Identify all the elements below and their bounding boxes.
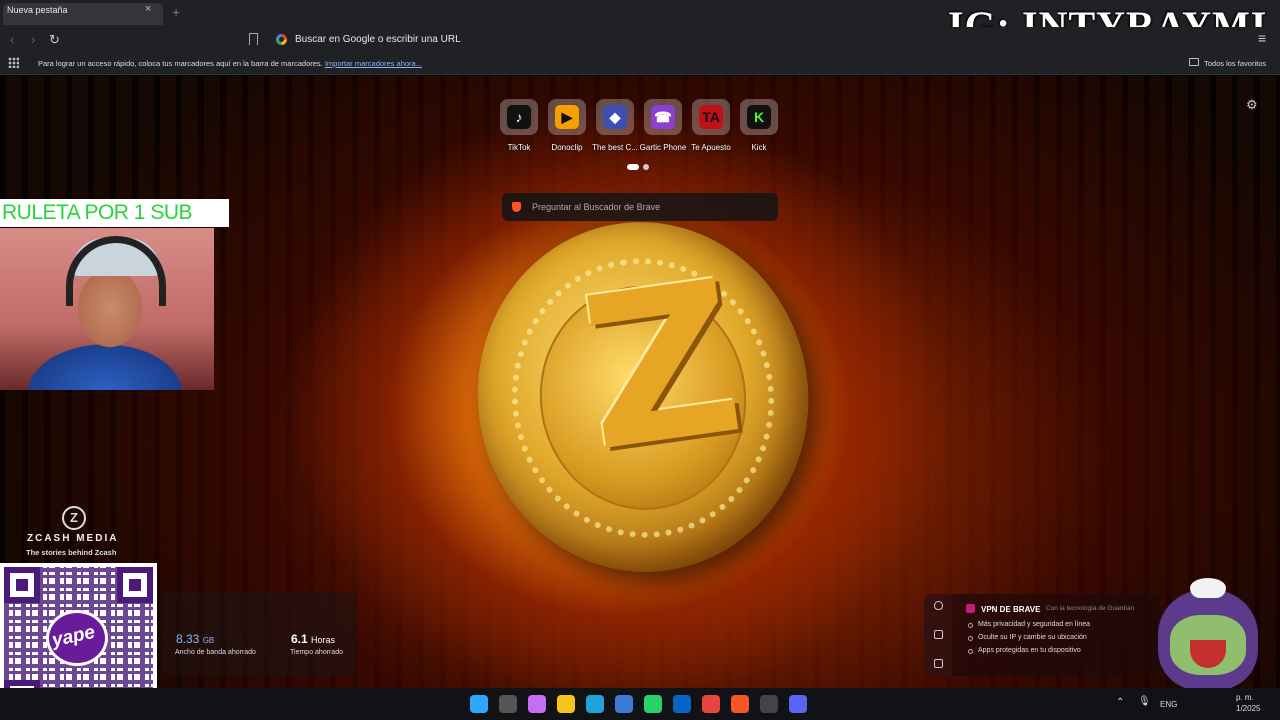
store-icon[interactable] xyxy=(615,695,633,713)
bookmarks-prompt: Para lograr un acceso rápido, coloca tus… xyxy=(38,59,422,68)
bullet-icon xyxy=(968,623,973,628)
start-icon[interactable] xyxy=(470,695,488,713)
vpn-title: VPN DE BRAVE xyxy=(981,605,1041,614)
zcash-media-title: ZCASH MEDIA xyxy=(27,533,119,544)
teapuesto-icon: TA xyxy=(699,105,723,129)
obs-icon[interactable] xyxy=(760,695,778,713)
dice-icon: ◆ xyxy=(603,105,627,129)
new-tab-button[interactable]: + xyxy=(172,4,180,20)
shortcut-4[interactable]: TA xyxy=(692,99,730,135)
shortcut-1[interactable]: ▶ xyxy=(548,99,586,135)
card-icon[interactable] xyxy=(934,659,943,668)
qr-finder xyxy=(4,567,40,603)
reload-icon[interactable]: ↻ xyxy=(49,32,60,48)
bullet-icon xyxy=(968,649,973,654)
shortcut-3[interactable]: ☎ xyxy=(644,99,682,135)
qr-finder xyxy=(117,567,153,603)
zcash-media-logo: Z xyxy=(62,506,86,530)
bandwidth-saved-label: Ancho de banda ahorrado xyxy=(175,649,256,656)
ruleta-text: RULETA POR 1 SUB xyxy=(2,201,193,224)
vpn-tech-label: Con la tecnología de Guardian xyxy=(1046,605,1135,612)
gear-icon[interactable]: ⚙ xyxy=(1246,97,1258,113)
chrome-icon[interactable] xyxy=(702,695,720,713)
folder-icon xyxy=(1189,58,1199,66)
brave-lion-icon xyxy=(512,202,521,212)
page-dot[interactable] xyxy=(643,164,649,170)
apps-grid-icon[interactable] xyxy=(8,57,19,68)
outlook-icon[interactable] xyxy=(673,695,691,713)
edge-icon[interactable] xyxy=(586,695,604,713)
tiktok-icon: ♪ xyxy=(507,105,531,129)
address-bar-placeholder[interactable]: Buscar en Google o escribir una URL xyxy=(295,34,461,45)
time-saved-label: Tiempo ahorrado xyxy=(290,649,344,656)
tab-title: Nueva pestaña xyxy=(7,5,68,15)
taskbar xyxy=(0,688,1280,720)
shield-icon[interactable] xyxy=(934,601,943,610)
whatsapp-icon[interactable] xyxy=(644,695,662,713)
bullet-icon xyxy=(968,636,973,641)
page-dot-active[interactable] xyxy=(627,164,639,170)
brave-icon[interactable] xyxy=(731,695,749,713)
clock-time[interactable]: p. m. xyxy=(1236,693,1254,702)
mascot-hat xyxy=(1190,578,1226,598)
search-placeholder[interactable]: Preguntar al Buscador de Brave xyxy=(532,202,660,212)
menu-icon[interactable]: ≡ xyxy=(1258,30,1266,46)
shortcut-2[interactable]: ◆ xyxy=(596,99,634,135)
import-bookmarks-link[interactable]: Importar marcadores ahora... xyxy=(325,59,422,68)
taskview-icon[interactable] xyxy=(499,695,517,713)
google-icon xyxy=(276,34,287,45)
vpn-logo-icon xyxy=(966,604,975,613)
shortcut-0[interactable]: ♪ xyxy=(500,99,538,135)
back-icon[interactable]: ‹ xyxy=(10,32,14,47)
vpn-feature: Apps protegidas en tu dispositivo xyxy=(978,647,1081,654)
clock-date[interactable]: 1/2025 xyxy=(1236,704,1260,713)
copilot-icon[interactable] xyxy=(528,695,546,713)
kick-icon: K xyxy=(747,105,771,129)
bandwidth-saved-value: 8.33 GB xyxy=(176,632,215,646)
microphone-icon[interactable]: 🎙 xyxy=(1138,696,1151,707)
shortcut-label[interactable]: Kick xyxy=(731,143,787,152)
donoclip-icon: ▶ xyxy=(555,105,579,129)
zcash-media-subtitle: The stories behind Zcash xyxy=(26,548,117,557)
shortcut-5[interactable]: K xyxy=(740,99,778,135)
discord-icon[interactable] xyxy=(789,695,807,713)
vpn-feature: Oculte su IP y cambie su ubicación xyxy=(978,634,1087,641)
language-indicator[interactable]: ENG xyxy=(1160,700,1177,709)
tab-close-icon[interactable]: × xyxy=(145,3,151,15)
bookmark-icon[interactable] xyxy=(249,33,258,45)
file-explorer-icon[interactable] xyxy=(557,695,575,713)
coin-z-symbol: Z xyxy=(569,234,755,499)
gartic-icon: ☎ xyxy=(651,105,675,129)
warning-icon[interactable] xyxy=(934,630,943,639)
chevron-up-icon[interactable]: ⌃ xyxy=(1116,697,1124,708)
forward-icon[interactable]: › xyxy=(31,32,35,47)
vpn-feature: Más privacidad y seguridad en línea xyxy=(978,621,1091,628)
all-favorites-button[interactable]: Todos los favoritos xyxy=(1204,59,1266,68)
time-saved-value: 6.1 Horas xyxy=(291,632,336,646)
